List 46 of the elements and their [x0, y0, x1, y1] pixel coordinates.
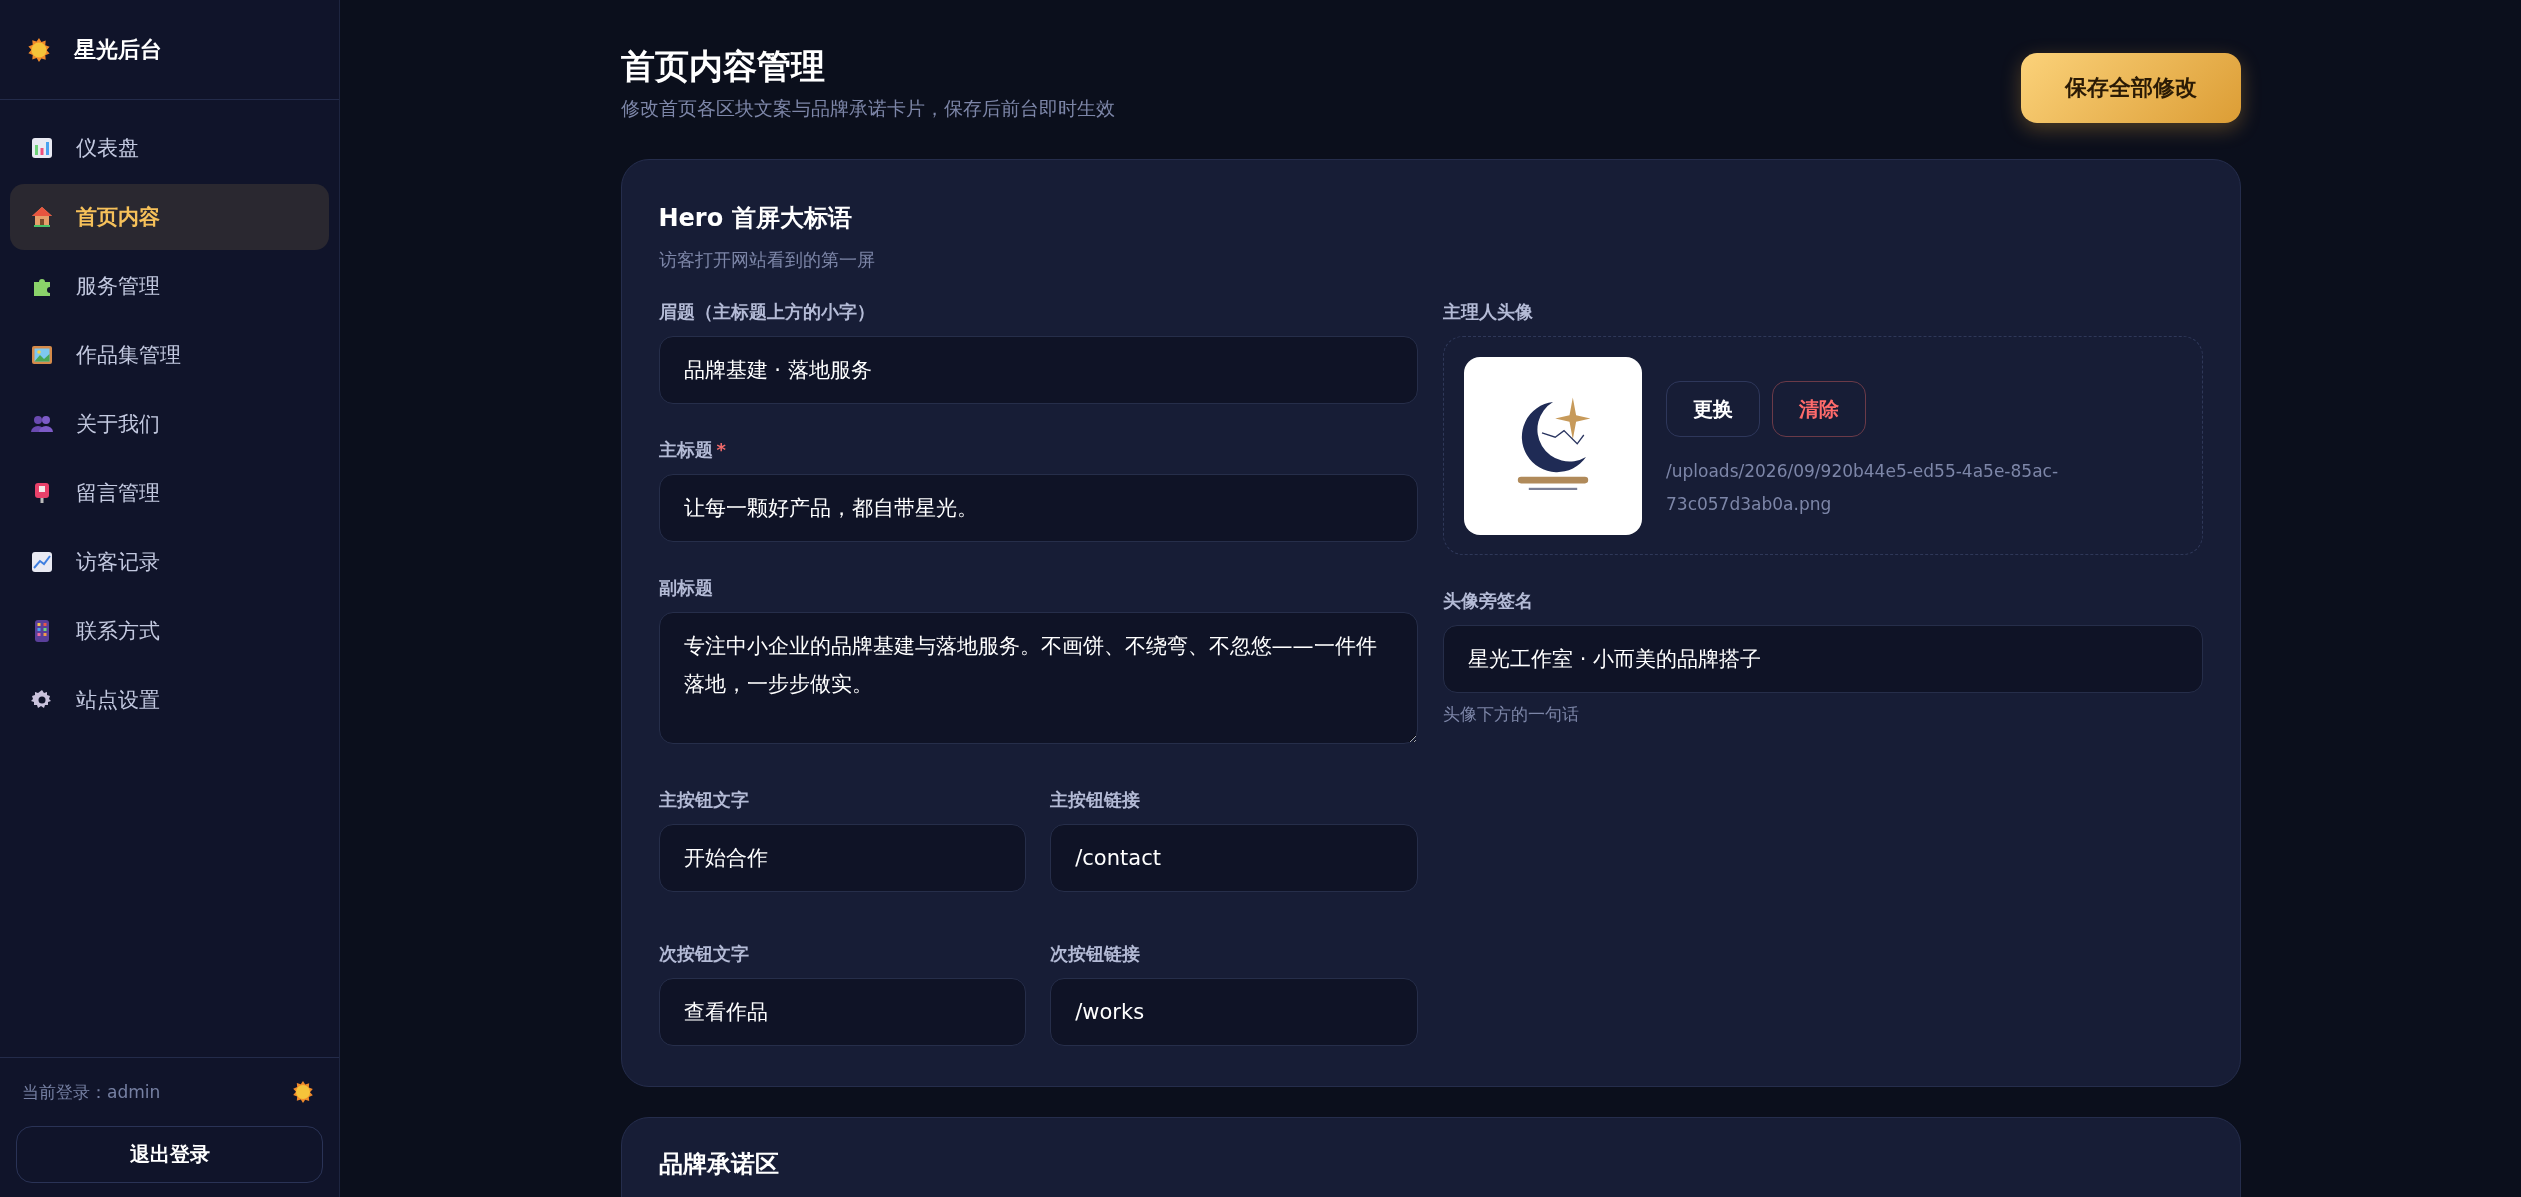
- page-title: 首页内容管理: [620, 45, 826, 88]
- input-field[interactable]: 品牌基建 · 落地服务: [658, 336, 1418, 404]
- textarea-field[interactable]: 专注中小企业的品牌基建与落地服务。不画饼、不绕弯、不忽悠——一件件落地，一步步做实。: [658, 612, 1418, 744]
- card-title: 品牌承诺区: [658, 1149, 780, 1180]
- brand-name: 星光后台: [74, 35, 162, 64]
- save-all-button[interactable]: 保存全部修改: [2020, 53, 2241, 123]
- input-field[interactable]: /contact: [1050, 824, 1418, 892]
- field-label: 次按钮文字: [658, 942, 750, 966]
- card-title: Hero 首屏大标语: [658, 203, 853, 234]
- clear-button[interactable]: 清除: [1772, 381, 1866, 437]
- nav-item[interactable]: 仪表盘: [10, 115, 329, 181]
- page-subtitle: 修改首页各区块文案与品牌承诺卡片，保存后前台即时生效: [620, 96, 1115, 121]
- nav-item[interactable]: 首页内容: [10, 184, 329, 250]
- logout-button[interactable]: 退出登录: [16, 1126, 323, 1183]
- nav-item[interactable]: 服务管理: [10, 253, 329, 319]
- house-icon: [30, 205, 54, 229]
- required-mark: *: [716, 439, 726, 460]
- field-label: 副标题: [658, 576, 714, 600]
- input-field[interactable]: 查看作品: [658, 978, 1027, 1046]
- input-field[interactable]: /works: [1050, 978, 1418, 1046]
- nav-item[interactable]: 留言管理: [10, 460, 329, 526]
- field-label: 头像旁签名: [1443, 589, 1534, 613]
- replace-button[interactable]: 更换: [1666, 381, 1760, 437]
- field-label: 主标题 *: [658, 438, 727, 462]
- input-field[interactable]: 让每一颗好产品，都自带星光。: [658, 474, 1418, 542]
- field-hint: 头像下方的一句话: [1443, 703, 1580, 726]
- field-label: 主理人头像: [1443, 300, 1534, 324]
- input-field[interactable]: 开始合作: [658, 824, 1027, 892]
- nav-item[interactable]: 作品集管理: [10, 322, 329, 388]
- file-path-text: /uploads/2026/09/920b44e5-ed55-4a5e-85ac-73c057d3ab0a.png: [1666, 460, 2060, 516]
- picture-icon: [30, 343, 54, 367]
- field-label: 次按钮链接: [1050, 942, 1142, 966]
- nav-item[interactable]: 访客记录: [10, 529, 329, 595]
- input-field[interactable]: 星光工作室 · 小而美的品牌搭子: [1443, 625, 2203, 693]
- field-label: 主按钮文字: [658, 788, 750, 812]
- bar-chart-icon: [30, 136, 54, 160]
- nav-item[interactable]: 联系方式: [10, 598, 329, 664]
- card-subtitle: 访客打开网站看到的第一屏: [658, 248, 876, 272]
- field-label: 主按钮链接: [1050, 788, 1142, 812]
- nav-item[interactable]: 关于我们: [10, 391, 329, 457]
- current-user-text: 当前登录：admin: [22, 1080, 161, 1104]
- sun-icon: [291, 1080, 315, 1104]
- sun-icon: [26, 36, 52, 63]
- field-label: 眉题（主标题上方的小字）: [658, 300, 876, 324]
- nav-item[interactable]: 站点设置: [10, 667, 329, 733]
- line-chart-icon: [30, 550, 54, 574]
